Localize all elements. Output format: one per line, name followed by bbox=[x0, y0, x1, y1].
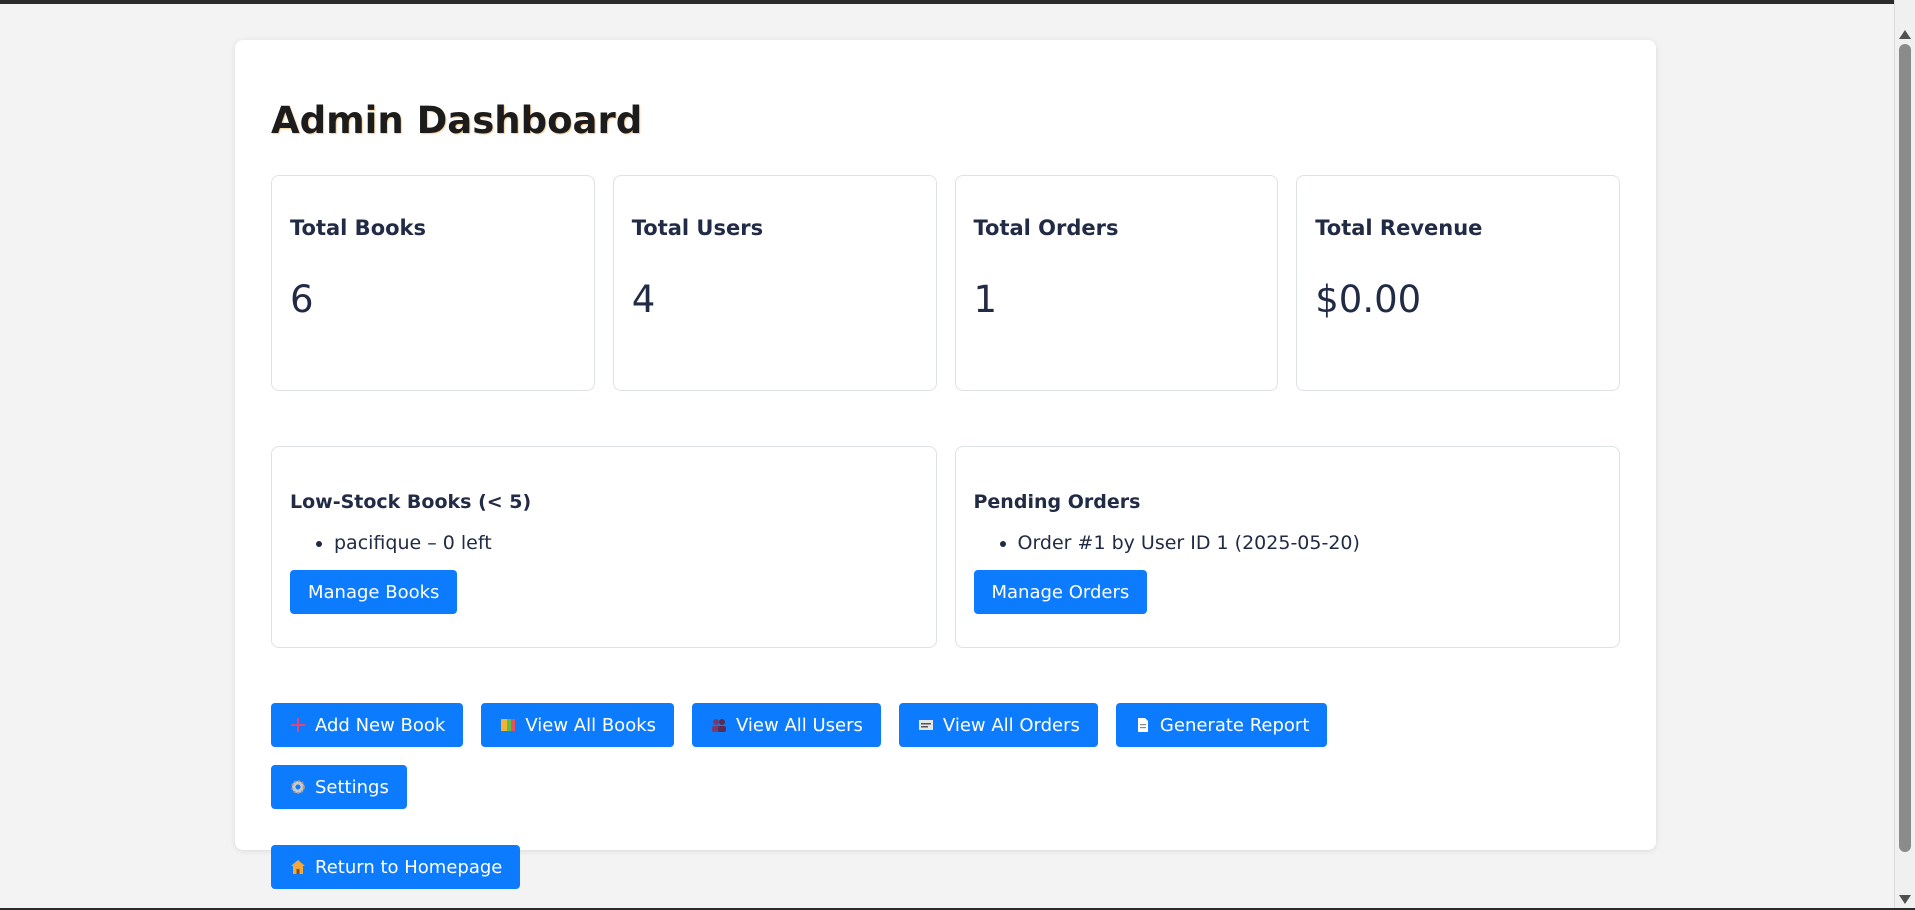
button-label: View All Books bbox=[525, 714, 657, 736]
button-label: Generate Report bbox=[1159, 714, 1310, 736]
vertical-scrollbar[interactable] bbox=[1894, 0, 1915, 910]
low-stock-title: Low-Stock Books (< 5) bbox=[290, 491, 532, 513]
stat-value: 4 bbox=[631, 278, 656, 322]
add-new-book-button[interactable]: Add New Book bbox=[271, 703, 464, 747]
house-icon bbox=[289, 858, 307, 876]
users-icon bbox=[710, 716, 728, 734]
stat-value: 1 bbox=[973, 278, 998, 322]
stats-row: Total Books 6 Total Users 4 Total Orders… bbox=[271, 175, 1620, 391]
window-top-border bbox=[0, 0, 1915, 4]
low-stock-panel: Low-Stock Books (< 5) pacifique – 0 left… bbox=[271, 446, 937, 648]
stat-card-total-books: Total Books 6 bbox=[271, 175, 595, 391]
books-icon bbox=[499, 716, 517, 734]
scrollbar-thumb[interactable] bbox=[1899, 44, 1911, 852]
scroll-up-icon[interactable] bbox=[1899, 30, 1911, 39]
view-all-users-button[interactable]: View All Users bbox=[692, 703, 881, 747]
manage-orders-button[interactable]: Manage Orders bbox=[973, 570, 1148, 615]
list-item: pacifique – 0 left bbox=[334, 530, 918, 557]
manage-books-button[interactable]: Manage Books bbox=[290, 570, 458, 615]
button-label: Settings bbox=[315, 776, 389, 798]
pending-orders-panel: Pending Orders Order #1 by User ID 1 (20… bbox=[954, 446, 1620, 648]
stat-card-total-users: Total Users 4 bbox=[612, 175, 937, 391]
quick-actions: Add New Book View All Books View All Use… bbox=[271, 703, 1471, 889]
panels-row: Low-Stock Books (< 5) pacifique – 0 left… bbox=[271, 446, 1620, 648]
button-label: View All Orders bbox=[942, 714, 1080, 736]
stat-label: Total Users bbox=[631, 216, 764, 240]
view-all-orders-button[interactable]: View All Orders bbox=[898, 703, 1098, 747]
view-all-books-button[interactable]: View All Books bbox=[481, 703, 675, 747]
stat-value: $0.00 bbox=[1315, 278, 1422, 322]
dashboard-container: Admin Dashboard Total Books 6 Total User… bbox=[235, 40, 1656, 889]
page-title: Admin Dashboard bbox=[271, 99, 643, 142]
stat-label: Total Books bbox=[290, 216, 427, 240]
gear-icon bbox=[289, 778, 307, 796]
plus-icon bbox=[289, 716, 307, 734]
return-to-homepage-button[interactable]: Return to Homepage bbox=[271, 845, 521, 889]
button-label: Add New Book bbox=[315, 714, 446, 736]
receipt-icon bbox=[917, 716, 935, 734]
button-label: View All Users bbox=[736, 714, 863, 736]
stat-card-total-revenue: Total Revenue $0.00 bbox=[1296, 175, 1620, 391]
generate-report-button[interactable]: Generate Report bbox=[1115, 703, 1328, 747]
stat-label: Total Revenue bbox=[1315, 216, 1483, 240]
button-label: Return to Homepage bbox=[315, 856, 503, 878]
low-stock-list: pacifique – 0 left bbox=[290, 530, 918, 557]
scroll-down-icon[interactable] bbox=[1899, 895, 1911, 904]
document-icon bbox=[1134, 716, 1152, 734]
stat-card-total-orders: Total Orders 1 bbox=[954, 175, 1279, 391]
settings-button[interactable]: Settings bbox=[271, 765, 407, 809]
list-item: Order #1 by User ID 1 (2025-05-20) bbox=[1018, 530, 1602, 557]
pending-orders-list: Order #1 by User ID 1 (2025-05-20) bbox=[974, 530, 1602, 557]
pending-orders-title: Pending Orders bbox=[973, 491, 1141, 513]
stat-label: Total Orders bbox=[973, 216, 1119, 240]
stat-value: 6 bbox=[290, 278, 314, 322]
